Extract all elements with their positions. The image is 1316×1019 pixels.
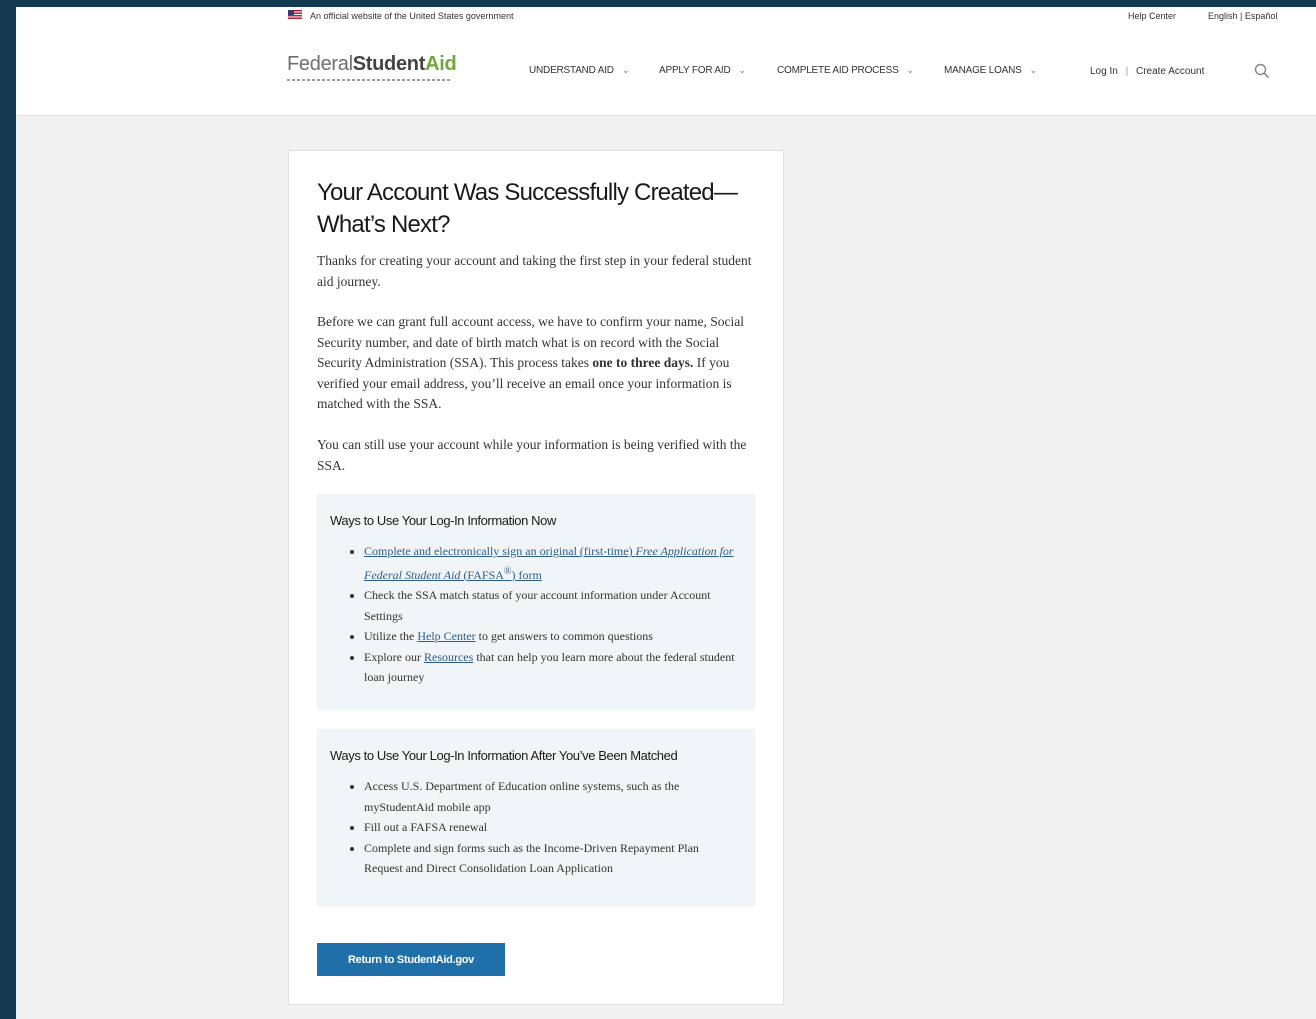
nav-apply-for-aid[interactable]: Apply for Aid ⌄ [659, 65, 746, 76]
list-text: Explore our [364, 649, 424, 664]
list-text: to get answers to common questions [475, 629, 653, 643]
nav-understand-aid[interactable]: Understand Aid ⌄ [529, 65, 629, 76]
page-title: Your Account Was Successfully Created—Wh… [317, 179, 738, 238]
list-item: Fill out a FAFSA renewal [364, 817, 740, 838]
nav-label: Complete Aid Process [777, 65, 899, 76]
list-item: Complete and electronically sign an orig… [364, 541, 740, 585]
gov-banner: An official website of the United States… [16, 7, 1316, 27]
list-item: Complete and sign forms such as the Inco… [364, 838, 740, 879]
logo-text-student: Student [352, 53, 426, 75]
list-item: Utilize the Help Center to get answers t… [364, 626, 740, 647]
ways-after-match-list: Access U.S. Department of Education onli… [330, 776, 740, 879]
list-item: Access U.S. Department of Education onli… [364, 776, 740, 817]
chevron-down-icon: ⌄ [621, 65, 630, 75]
list-text: Utilize the [364, 629, 418, 643]
nav-manage-loans[interactable]: Manage Loans ⌄ [944, 65, 1037, 76]
gov-banner-text: An official website of the United States… [310, 11, 514, 21]
chevron-down-icon: ⌄ [738, 65, 747, 75]
nav-complete-aid-process[interactable]: Complete Aid Process ⌄ [777, 65, 914, 76]
confirmation-card: Your Account Was Successfully Created—Wh… [288, 150, 784, 1005]
separator: | [1125, 66, 1129, 77]
create-account-link[interactable]: Create Account [1136, 66, 1204, 77]
search-icon[interactable] [1254, 63, 1270, 79]
nav-label: Manage Loans [944, 65, 1022, 76]
fafsa-link-text: Complete and electronically sign an orig… [364, 544, 636, 558]
fafsa-link[interactable]: Complete and electronically sign an orig… [364, 544, 734, 582]
list-item: Explore our Resources that can help you … [364, 647, 740, 688]
site-header: FederalStudentAid Understand Aid ⌄ Apply … [16, 27, 1316, 116]
verification-paragraph: Before we can grant full account access,… [317, 312, 757, 415]
registered-mark: ® [503, 565, 512, 577]
verification-duration: one to three days. [592, 355, 694, 370]
ways-after-match-panel: Ways to Use Your Log-In Information Afte… [317, 729, 755, 907]
resources-link[interactable]: Resources [424, 650, 473, 664]
return-to-studentaid-button[interactable]: Return to StudentAid.gov [317, 943, 505, 976]
log-in-link[interactable]: Log In [1090, 66, 1118, 77]
nav-label: Understand Aid [529, 65, 614, 76]
browser-viewport: An official website of the United States… [16, 7, 1316, 1019]
logo-text-aid: Aid [425, 53, 457, 75]
ways-now-title: Ways to Use Your Log-In Information Now [330, 513, 556, 528]
list-item: Check the SSA match status of your accou… [364, 585, 740, 626]
account-links: Log In | Create Account [1090, 66, 1204, 77]
ways-after-match-title: Ways to Use Your Log-In Information Afte… [330, 748, 678, 763]
logo-tagline [287, 79, 451, 81]
intro-paragraph: Thanks for creating your account and tak… [317, 253, 752, 289]
chevron-down-icon: ⌄ [906, 65, 915, 75]
fafsa-link-text: (FAFSA [460, 567, 504, 582]
help-center-inline-link[interactable]: Help Center [417, 629, 475, 643]
help-center-link[interactable]: Help Center [1128, 11, 1176, 21]
us-flag-icon [288, 10, 302, 19]
logo-text-federal: Federal [287, 53, 353, 75]
fsa-logo[interactable]: FederalStudentAid [287, 53, 457, 76]
nav-label: Apply for Aid [659, 65, 731, 76]
chevron-down-icon: ⌄ [1029, 65, 1038, 75]
ways-now-panel: Ways to Use Your Log-In Information Now … [317, 494, 755, 710]
still-use-paragraph: You can still use your account while you… [317, 437, 747, 473]
ways-now-list: Complete and electronically sign an orig… [330, 541, 740, 688]
language-toggle[interactable]: English | Español [1208, 11, 1277, 21]
fafsa-link-text: ) form [511, 567, 542, 582]
